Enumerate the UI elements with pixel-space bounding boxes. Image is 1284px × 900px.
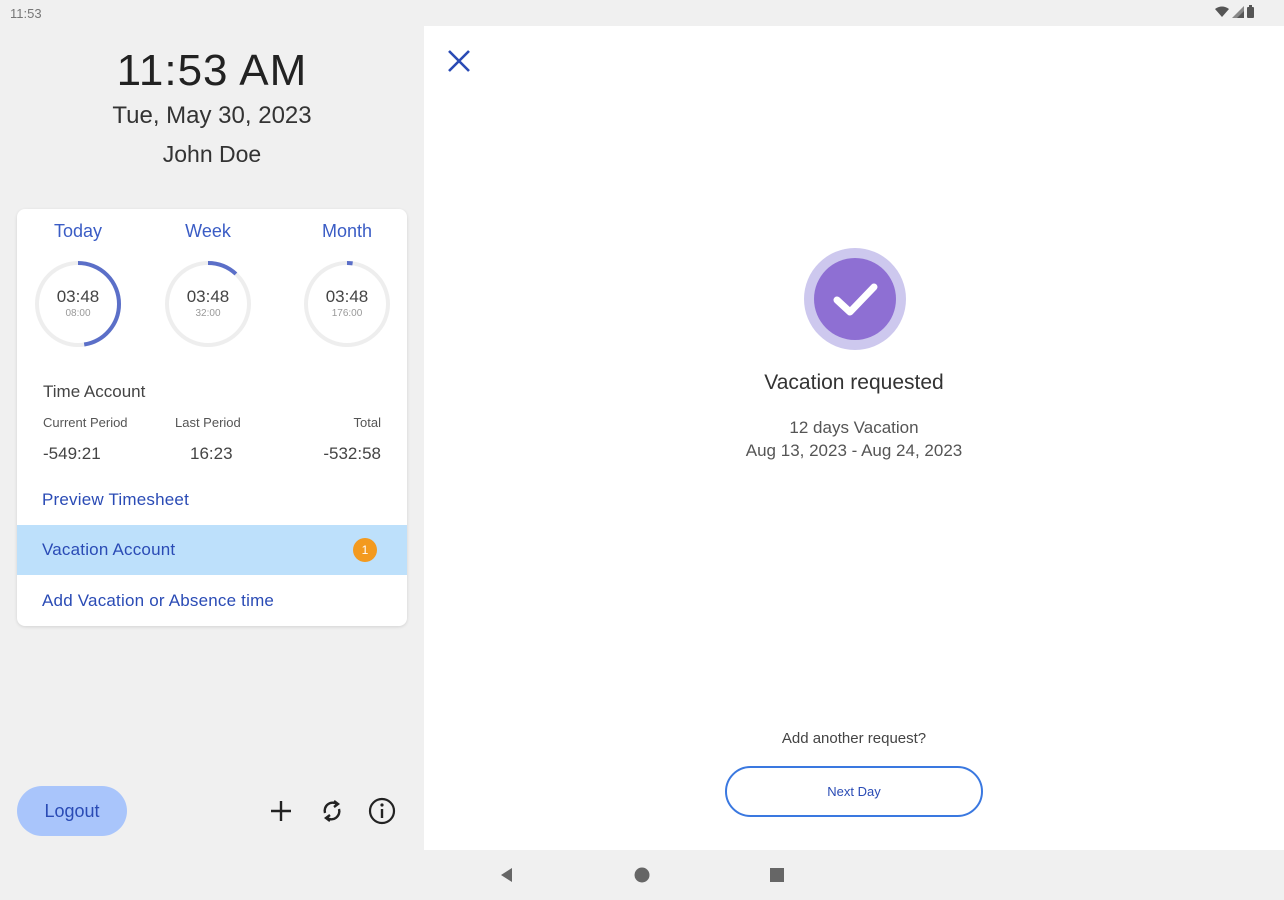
ring-today[interactable]: Today 03:48 08:00 <box>28 219 128 349</box>
info-icon[interactable] <box>367 796 397 826</box>
last-period-value: 16:23 <box>190 444 233 463</box>
preview-timesheet-link[interactable]: Preview Timesheet <box>17 475 407 525</box>
sync-icon[interactable] <box>317 796 347 826</box>
total-heading: Total <box>353 415 381 430</box>
ring-label: Today <box>53 221 103 241</box>
current-time: 11:53 AM <box>116 46 308 95</box>
time-account-title: Time Account <box>43 382 146 401</box>
home-icon[interactable] <box>632 865 652 885</box>
vacation-dates: Aug 13, 2023 - Aug 24, 2023 <box>745 441 963 460</box>
logout-button[interactable]: Logout <box>17 786 127 836</box>
summary-panel: 11:53 AM Tue, May 30, 2023 John Doe Toda… <box>0 26 424 850</box>
status-time: 11:53 <box>10 6 42 21</box>
ring-target: 32:00 <box>195 308 221 319</box>
ring-target: 08:00 <box>65 308 91 319</box>
ring-value: 03:48 <box>325 287 369 306</box>
preview-timesheet-label: Preview Timesheet <box>42 490 190 509</box>
last-period-heading: Last Period <box>175 415 241 430</box>
recents-icon[interactable] <box>767 865 787 885</box>
checkmark-icon <box>833 283 878 316</box>
close-icon[interactable] <box>444 46 474 76</box>
add-vacation-label: Add Vacation or Absence time <box>42 591 275 610</box>
ring-value: 03:48 <box>56 287 100 306</box>
current-period-value: -549:21 <box>43 444 101 463</box>
vacation-account-label: Vacation Account <box>42 540 176 559</box>
confirmation-panel: Vacation requested 12 days Vacation Aug … <box>424 26 1284 850</box>
ring-label: Month <box>321 221 373 241</box>
user-name: John Doe <box>162 141 262 167</box>
ring-value: 03:48 <box>186 287 230 306</box>
ring-month[interactable]: Month 03:48 176:00 <box>297 219 397 349</box>
progress-ring: 03:48 176:00 <box>302 259 392 349</box>
summary-card: Today 03:48 08:00 Week 03:48 32:00 Month… <box>17 209 407 626</box>
vacation-account-link[interactable]: Vacation Account 1 <box>17 525 407 575</box>
notification-badge: 1 <box>353 538 377 562</box>
ring-week[interactable]: Week 03:48 32:00 <box>158 219 258 349</box>
status-icons <box>1215 5 1254 18</box>
next-day-button[interactable]: Next Day <box>725 766 983 817</box>
total-value: -532:58 <box>323 444 381 463</box>
navigation-bar <box>0 850 1284 900</box>
progress-ring: 03:48 08:00 <box>33 259 123 349</box>
signal-icon <box>1232 5 1244 18</box>
back-icon[interactable] <box>497 865 517 885</box>
another-request-prompt: Add another request? <box>781 730 927 747</box>
add-icon[interactable] <box>266 796 296 826</box>
progress-ring: 03:48 32:00 <box>163 259 253 349</box>
current-date: Tue, May 30, 2023 <box>112 102 312 129</box>
current-period-heading: Current Period <box>43 415 128 430</box>
ring-target: 176:00 <box>331 308 363 319</box>
ring-label: Week <box>185 221 231 241</box>
success-badge <box>804 248 906 350</box>
battery-icon <box>1247 5 1254 18</box>
add-vacation-link[interactable]: Add Vacation or Absence time <box>17 576 407 626</box>
result-title: Vacation requested <box>764 371 944 394</box>
wifi-icon <box>1215 6 1229 18</box>
vacation-duration: 12 days Vacation <box>789 418 919 437</box>
status-bar: 11:53 <box>0 0 1284 26</box>
check-circle <box>814 258 896 340</box>
